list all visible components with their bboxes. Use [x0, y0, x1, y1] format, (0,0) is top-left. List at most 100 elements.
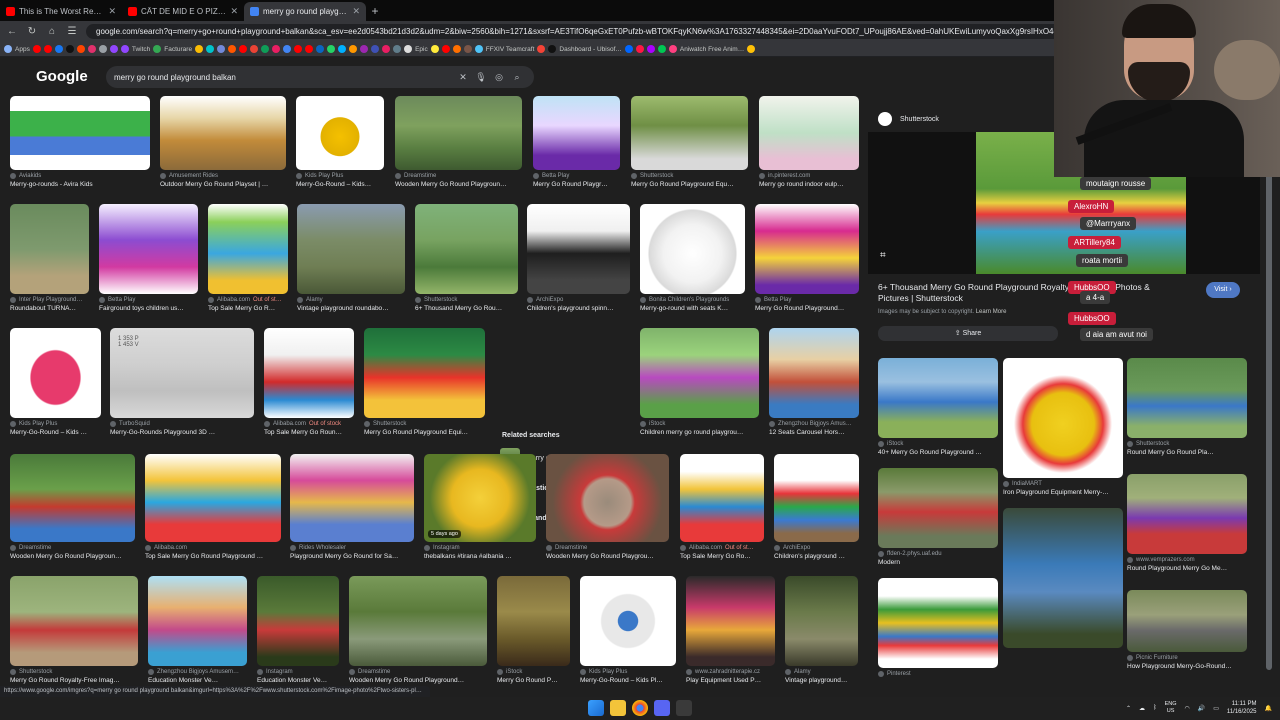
chrome-icon[interactable] [632, 700, 648, 716]
result-caption[interactable]: Vintage playground roundabo… [297, 305, 405, 312]
image-result[interactable]: Alibaba.com Out of st… Top Sale Merry Go R… [208, 204, 288, 312]
bookmark-item[interactable] [349, 43, 358, 55]
image-thumbnail[interactable] [10, 204, 89, 294]
image-result[interactable]: Zhengzhou Bigjoys Amus… 12 Seats Carousel… [769, 328, 859, 436]
image-thumbnail[interactable] [1003, 358, 1123, 478]
image-thumbnail[interactable] [774, 454, 859, 542]
bookmark-item[interactable] [32, 43, 41, 55]
related-image-result[interactable]: IndiaMART Iron Playground Equipment Merry… [1003, 358, 1123, 496]
google-logo[interactable]: Google [36, 68, 88, 85]
image-thumbnail[interactable] [349, 576, 487, 666]
image-thumbnail[interactable] [10, 96, 150, 170]
image-result[interactable]: ArchiExpo Children's playground … [774, 454, 859, 560]
image-result[interactable]: Dreamstime Wooden Merry Go Round Playgrou… [546, 454, 669, 560]
bookmark-item[interactable] [338, 43, 347, 55]
image-thumbnail[interactable]: 1 353 P 1 453 V [110, 328, 254, 418]
related-image-result[interactable]: Pinterest [878, 578, 998, 678]
image-thumbnail[interactable] [686, 576, 775, 666]
bookmark-item[interactable] [261, 43, 270, 55]
result-caption[interactable]: thebalkans #tirana #albania … [424, 553, 536, 560]
cloud-icon[interactable]: ☁ [1139, 705, 1145, 712]
image-result[interactable]: Bonita Children's Playgrounds Merry-go-ro… [640, 204, 745, 312]
result-caption[interactable]: Merry Go Round Playground… [755, 305, 859, 312]
bookmark-item[interactable]: Apps [4, 43, 30, 55]
result-caption[interactable]: How Playground Merry-Go-Round… [1127, 663, 1247, 670]
result-caption[interactable]: 12 Seats Carousel Hors… [769, 429, 859, 436]
image-thumbnail[interactable] [296, 96, 384, 170]
image-result[interactable]: Betta Play Merry Go Round Playground… [755, 204, 859, 312]
battery-icon[interactable]: ▭ [1213, 705, 1219, 712]
learn-more-link[interactable]: Learn More [976, 309, 1007, 315]
clock[interactable]: 11:11 PM 11/16/2025 [1227, 700, 1257, 716]
windows-start-icon[interactable] [588, 700, 604, 716]
image-thumbnail[interactable] [1127, 590, 1247, 652]
close-tab-icon[interactable]: ✕ [108, 6, 116, 17]
lens-icon[interactable]: ◎ [490, 72, 508, 83]
result-caption[interactable]: Merry-Go-Round – Kids… [296, 181, 384, 188]
bookmark-item[interactable] [65, 43, 74, 55]
bookmark-item[interactable] [657, 43, 666, 55]
file-explorer-icon[interactable] [610, 700, 626, 716]
related-image-result[interactable]: iStock 40+ Merry Go Round Playground … [878, 358, 998, 456]
browser-tab[interactable]: CÂT DE MID E O PIZZA FĂCUTĂ… ✕ [122, 2, 244, 21]
image-thumbnail[interactable] [769, 328, 859, 418]
image-result[interactable]: Rides Wholesaler Playground Merry Go Roun… [290, 454, 414, 560]
related-image-result[interactable]: www.vemprazers.com Round Playground Merry… [1127, 474, 1247, 572]
new-tab-button[interactable]: + [366, 2, 384, 21]
bookmark-item[interactable] [87, 43, 96, 55]
image-thumbnail[interactable] [148, 576, 247, 666]
result-caption[interactable]: 6+ Thousand Merry Go Rou… [415, 305, 518, 312]
result-caption[interactable]: Round Merry Go Round Pla… [1127, 449, 1247, 456]
image-thumbnail[interactable] [415, 204, 518, 294]
result-caption[interactable]: Outdoor Merry Go Round Playset | … [160, 181, 286, 188]
bookmark-item[interactable] [305, 43, 314, 55]
bookmark-item[interactable] [537, 43, 546, 55]
related-image-result[interactable]: Picnic Furniture How Playground Merry-Go-… [1127, 590, 1247, 670]
bookmark-item[interactable] [76, 43, 85, 55]
bookmark-item[interactable] [228, 43, 237, 55]
bookmark-item[interactable]: Epic [404, 43, 428, 55]
image-result[interactable]: Shutterstock 6+ Thousand Merry Go Rou… [415, 204, 518, 312]
image-thumbnail[interactable] [257, 576, 339, 666]
visit-button[interactable]: Visit › [1206, 282, 1240, 298]
chevron-up-icon[interactable]: ⌃ [1126, 705, 1131, 712]
result-caption[interactable]: Vintage playground… [785, 677, 858, 684]
bookmark-item[interactable] [463, 43, 472, 55]
result-caption[interactable]: Top Sale Merry Go Ro… [680, 553, 764, 560]
bookmark-item[interactable] [393, 43, 402, 55]
image-thumbnail[interactable] [10, 328, 101, 418]
discord-icon[interactable] [654, 700, 670, 716]
image-result[interactable]: Betta Play Merry Go Round Playgr… [533, 96, 620, 188]
image-thumbnail[interactable] [640, 204, 745, 294]
search-box[interactable]: merry go round playground balkan ✕ 🎙 ◎ ⌕ [106, 66, 534, 88]
bookmark-item[interactable] [109, 43, 118, 55]
image-result[interactable]: Zhengzhou Bigjoys Amusem… Education Monst… [148, 576, 247, 684]
image-result[interactable]: Instagram Education Monster Ve… [257, 576, 339, 684]
image-result[interactable]: Aviakids Merry-go-rounds - Avira Kids [10, 96, 150, 188]
image-thumbnail[interactable] [527, 204, 630, 294]
wifi-icon[interactable]: ◠ [1185, 705, 1190, 712]
image-thumbnail[interactable] [395, 96, 522, 170]
bookmark-item[interactable]: FFXIV Teamcraft [474, 43, 534, 55]
bookmark-item[interactable] [239, 43, 248, 55]
image-result[interactable]: Betta Play Fairground toys children us… [99, 204, 198, 312]
image-thumbnail[interactable] [264, 328, 354, 418]
bookmark-item[interactable] [206, 43, 215, 55]
image-thumbnail[interactable] [755, 204, 859, 294]
image-thumbnail[interactable] [878, 578, 998, 668]
search-input[interactable]: merry go round playground balkan [114, 73, 454, 82]
image-thumbnail[interactable] [759, 96, 859, 170]
close-tab-icon[interactable]: ✕ [352, 6, 360, 17]
image-thumbnail[interactable] [580, 576, 676, 666]
image-result[interactable]: Alibaba.com Out of st… Top Sale Merry Go R… [680, 454, 764, 560]
result-caption[interactable]: Wooden Merry Go Round Playgrou… [546, 553, 669, 560]
image-thumbnail[interactable] [533, 96, 620, 170]
image-result[interactable]: Dreamstime Wooden Merry Go Round Playgrou… [395, 96, 522, 188]
home-icon[interactable]: ⌂ [46, 26, 58, 37]
image-thumbnail[interactable] [497, 576, 570, 666]
result-caption[interactable]: 40+ Merry Go Round Playground … [878, 449, 998, 456]
result-caption[interactable]: Modern [878, 559, 998, 566]
result-caption[interactable]: Wooden Merry Go Round Playgroun… [10, 553, 135, 560]
image-thumbnail[interactable] [10, 576, 138, 666]
bookmark-item[interactable] [54, 43, 63, 55]
